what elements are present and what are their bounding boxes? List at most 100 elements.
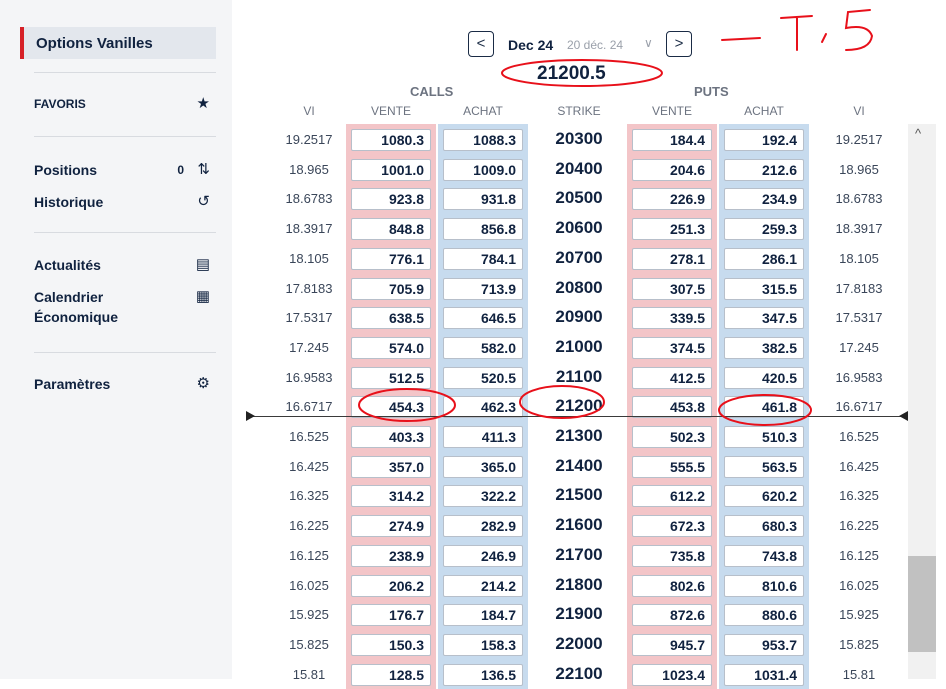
put-vente-cell[interactable]: 278.1 <box>632 247 712 270</box>
call-achat-cell[interactable]: 462.3 <box>443 396 523 419</box>
put-achat-cell[interactable]: 510.3 <box>724 426 804 448</box>
call-achat-cell[interactable]: 136.5 <box>443 663 523 686</box>
call-vente-cell[interactable]: 176.7 <box>351 604 431 627</box>
call-vente-cell[interactable]: 128.5 <box>351 663 431 686</box>
call-achat-cell[interactable]: 784.1 <box>443 247 523 270</box>
call-achat-cell[interactable]: 158.3 <box>443 633 523 656</box>
call-achat-cell[interactable]: 931.8 <box>443 188 523 211</box>
call-achat-cell[interactable]: 646.5 <box>443 307 523 330</box>
call-vente-cell[interactable]: 454.3 <box>351 396 431 419</box>
put-achat-cell[interactable]: 620.2 <box>724 485 804 508</box>
table-row: 19.2517 1080.3 1088.3 20300 184.4 192.4 19.251… <box>246 124 908 154</box>
put-achat-cell[interactable]: 563.5 <box>724 455 804 478</box>
put-vente-cell[interactable]: 612.2 <box>632 485 712 508</box>
put-vente-cell[interactable]: 339.5 <box>632 307 712 330</box>
call-vente-cell[interactable]: 705.9 <box>351 277 431 300</box>
call-vente-cell[interactable]: 923.8 <box>351 188 431 211</box>
put-vente-cell[interactable]: 872.6 <box>632 604 712 627</box>
call-achat-cell[interactable]: 411.3 <box>443 426 523 448</box>
scrollbar-thumb[interactable] <box>908 556 936 652</box>
put-achat-cell[interactable]: 382.5 <box>724 336 804 359</box>
put-vente-cell[interactable]: 672.3 <box>632 515 712 538</box>
put-achat-cell[interactable]: 1031.4 <box>724 663 804 686</box>
put-achat-cell[interactable]: 192.4 <box>724 129 804 151</box>
put-vente-cell[interactable]: 204.6 <box>632 158 712 181</box>
put-achat-cell[interactable]: 234.9 <box>724 188 804 211</box>
call-vente-cell[interactable]: 1001.0 <box>351 158 431 181</box>
call-vente-cell[interactable]: 848.8 <box>351 218 431 241</box>
put-vente-cell[interactable]: 226.9 <box>632 188 712 211</box>
call-vente-cell[interactable]: 206.2 <box>351 574 431 597</box>
call-achat-cell[interactable]: 282.9 <box>443 515 523 538</box>
call-vente-cell[interactable]: 403.3 <box>351 426 431 448</box>
call-achat-cell[interactable]: 1009.0 <box>443 158 523 181</box>
vi-put-cell: 16.9583 <box>835 369 883 385</box>
put-achat-cell[interactable]: 286.1 <box>724 247 804 270</box>
call-achat-cell[interactable]: 713.9 <box>443 277 523 300</box>
call-achat-cell[interactable]: 322.2 <box>443 485 523 508</box>
chevron-up-icon[interactable]: ^ <box>915 126 921 141</box>
put-achat-cell[interactable]: 743.8 <box>724 544 804 567</box>
put-achat-cell[interactable]: 420.5 <box>724 366 804 389</box>
put-vente-cell[interactable]: 184.4 <box>632 129 712 151</box>
chevron-down-icon[interactable]: ∨ <box>644 36 653 50</box>
put-vente-cell[interactable]: 945.7 <box>632 633 712 656</box>
strike-cell: 21600 <box>555 515 603 535</box>
call-achat-cell[interactable]: 582.0 <box>443 336 523 359</box>
put-vente-cell[interactable]: 412.5 <box>632 366 712 389</box>
call-achat-cell[interactable]: 520.5 <box>443 366 523 389</box>
next-expiry-button[interactable]: > <box>666 31 692 57</box>
vi-call-cell: 15.81 <box>292 666 326 682</box>
call-achat-cell[interactable]: 246.9 <box>443 544 523 567</box>
call-vente-cell[interactable]: 776.1 <box>351 247 431 270</box>
call-vente-cell[interactable]: 574.0 <box>351 336 431 359</box>
call-achat-cell[interactable]: 856.8 <box>443 218 523 241</box>
call-achat-cell[interactable]: 184.7 <box>443 604 523 627</box>
put-vente-cell[interactable]: 502.3 <box>632 426 712 448</box>
put-achat-cell[interactable]: 212.6 <box>724 158 804 181</box>
put-vente-cell[interactable]: 251.3 <box>632 218 712 241</box>
sidebar-item-actualites[interactable]: Actualités ▤ <box>34 255 210 275</box>
call-vente-cell[interactable]: 638.5 <box>351 307 431 330</box>
sidebar-item-positions[interactable]: Positions 0 ⇅ <box>34 160 210 180</box>
put-vente-cell[interactable]: 802.6 <box>632 574 712 597</box>
put-achat-cell[interactable]: 461.8 <box>724 396 804 419</box>
call-vente-cell[interactable]: 150.3 <box>351 633 431 656</box>
put-vente-cell[interactable]: 307.5 <box>632 277 712 300</box>
col-vente-puts: VENTE <box>651 104 692 118</box>
sidebar-item-favoris[interactable]: FAVORIS ★ <box>34 94 210 114</box>
divider <box>34 72 216 73</box>
put-achat-cell[interactable]: 259.3 <box>724 218 804 241</box>
put-vente-cell[interactable]: 735.8 <box>632 544 712 567</box>
sidebar-item-label: Positions <box>34 162 98 178</box>
sidebar-item-options-vanilles[interactable]: Options Vanilles <box>20 27 216 59</box>
table-row: 18.6783 923.8 931.8 20500 226.9 234.9 18.6783 <box>246 183 908 214</box>
put-vente-cell[interactable]: 374.5 <box>632 336 712 359</box>
call-achat-cell[interactable]: 214.2 <box>443 574 523 597</box>
put-achat-cell[interactable]: 810.6 <box>724 574 804 597</box>
put-achat-cell[interactable]: 953.7 <box>724 633 804 656</box>
call-vente-cell[interactable]: 1080.3 <box>351 129 431 151</box>
expiry-month[interactable]: Dec 24 <box>508 37 553 53</box>
expiry-date[interactable]: 20 déc. 24 <box>567 38 623 52</box>
put-achat-cell[interactable]: 315.5 <box>724 277 804 300</box>
prev-expiry-button[interactable]: < <box>468 31 494 57</box>
call-vente-cell[interactable]: 274.9 <box>351 515 431 538</box>
scrollbar[interactable]: ^ <box>908 124 936 679</box>
sidebar-item-historique[interactable]: Historique ↺ <box>34 192 210 212</box>
sidebar-item-calendrier[interactable]: Calendrier Économique ▦ <box>34 287 210 327</box>
call-vente-cell[interactable]: 357.0 <box>351 455 431 478</box>
put-achat-cell[interactable]: 880.6 <box>724 604 804 627</box>
call-vente-cell[interactable]: 238.9 <box>351 544 431 567</box>
put-vente-cell[interactable]: 555.5 <box>632 455 712 478</box>
sidebar-item-parametres[interactable]: Paramètres ⚙ <box>34 374 210 394</box>
put-achat-cell[interactable]: 347.5 <box>724 307 804 330</box>
put-achat-cell[interactable]: 680.3 <box>724 515 804 538</box>
call-vente-cell[interactable]: 512.5 <box>351 366 431 389</box>
put-vente-cell[interactable]: 453.8 <box>632 396 712 419</box>
put-vente-cell[interactable]: 1023.4 <box>632 663 712 686</box>
call-achat-cell[interactable]: 365.0 <box>443 455 523 478</box>
call-vente-cell[interactable]: 314.2 <box>351 485 431 508</box>
call-achat-cell[interactable]: 1088.3 <box>443 129 523 151</box>
gear-icon: ⚙ <box>196 375 210 392</box>
